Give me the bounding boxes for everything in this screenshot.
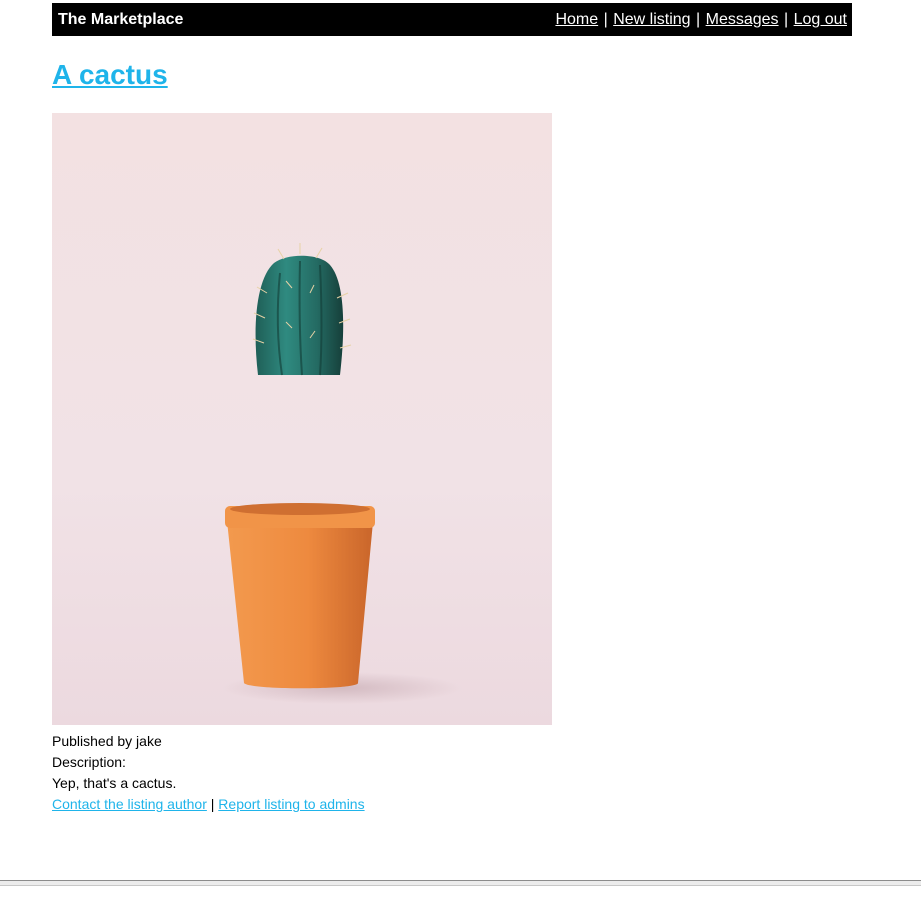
published-by: Published by jake [52, 733, 162, 749]
description-text: Yep, that's a cactus. [52, 775, 177, 791]
listing-actions: Contact the listing author | Report list… [52, 794, 365, 815]
brand-title: The Marketplace [58, 10, 184, 28]
pot-rim-top [230, 503, 370, 515]
nav-separator: | [603, 10, 608, 28]
top-navbar: The Marketplace Home | New listing | Mes… [52, 3, 852, 36]
nav-separator: | [696, 10, 701, 28]
listing-title-link[interactable]: A cactus [52, 59, 168, 90]
nav-home-link[interactable]: Home [555, 11, 598, 28]
report-listing-link[interactable]: Report listing to admins [218, 796, 364, 812]
listing-title: A cactus [52, 58, 168, 92]
description-label: Description: [52, 754, 126, 770]
nav-links: Home | New listing | Messages | Log out [555, 11, 847, 29]
nav-messages-link[interactable]: Messages [706, 11, 779, 28]
actions-separator: | [210, 796, 215, 812]
nav-separator: | [784, 10, 789, 28]
nav-logout-link[interactable]: Log out [794, 11, 847, 28]
listing-meta: Published by jake Description: Yep, that… [52, 731, 365, 815]
nav-new-listing-link[interactable]: New listing [613, 11, 690, 28]
page: The Marketplace Home | New listing | Mes… [0, 0, 921, 903]
pot-body [226, 511, 374, 689]
contact-author-link[interactable]: Contact the listing author [52, 796, 207, 812]
listing-photo [52, 113, 552, 725]
bottom-divider [0, 880, 921, 886]
